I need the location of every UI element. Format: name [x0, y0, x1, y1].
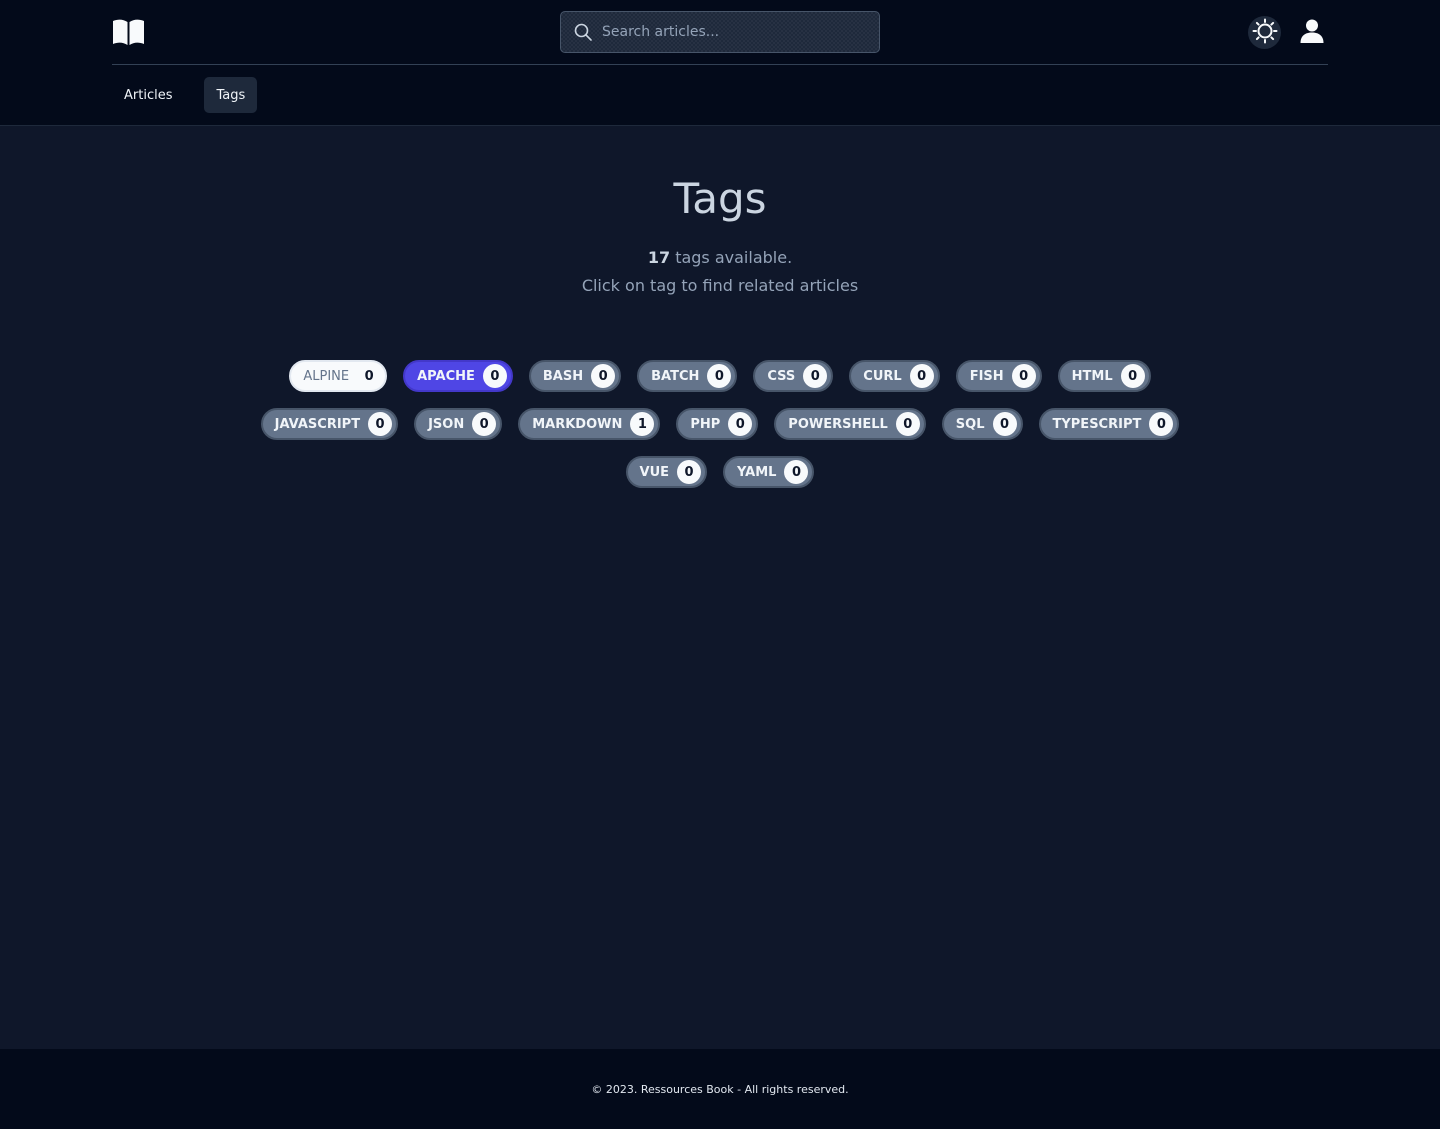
- page-subtitle: 17 tags available. Click on tag to find …: [0, 244, 1440, 300]
- tag-count-badge: 1: [630, 412, 655, 436]
- page-title: Tags: [673, 174, 767, 223]
- tag-chip[interactable]: BASH 0: [528, 360, 622, 392]
- main-nav: Articles Tags: [112, 77, 277, 113]
- tag-chip[interactable]: YAML 0: [723, 456, 815, 488]
- tag-count: 17: [647, 248, 671, 267]
- open-book-icon[interactable]: [112, 19, 145, 46]
- sun-icon: [1252, 18, 1278, 48]
- tag-count-badge: 0: [803, 364, 828, 388]
- tag-count-badge: 0: [1011, 364, 1036, 388]
- search-input[interactable]: [593, 12, 879, 52]
- tag-name: SQL: [955, 416, 985, 432]
- tag-count-suffix: tags available.: [670, 248, 793, 267]
- copyright-text: © 2023. Ressources Book - All rights res…: [591, 1082, 849, 1096]
- nav-item-tags[interactable]: Tags: [204, 77, 258, 113]
- tag-chip[interactable]: ALPINE 0: [289, 360, 388, 392]
- tag-count-badge: 0: [707, 364, 732, 388]
- tag-chip[interactable]: CSS 0: [753, 360, 834, 392]
- tag-chip[interactable]: TYPESCRIPT 0: [1038, 408, 1180, 440]
- tag-count-badge: 0: [482, 364, 507, 388]
- tag-count-badge: 0: [677, 460, 702, 484]
- tag-count-badge: 0: [591, 364, 616, 388]
- tag-count-badge: 0: [357, 364, 382, 388]
- tag-chip[interactable]: MARKDOWN 1: [518, 408, 661, 440]
- tag-count-badge: 0: [909, 364, 934, 388]
- tag-name: TYPESCRIPT: [1052, 416, 1142, 432]
- site-header: Articles Tags: [0, 0, 1440, 126]
- tag-hint: Click on tag to find related articles: [581, 276, 859, 295]
- tag-count-badge: 0: [728, 412, 753, 436]
- tag-count-badge: 0: [992, 412, 1017, 436]
- header-divider: [112, 64, 1328, 65]
- tag-chip[interactable]: JSON 0: [414, 408, 503, 440]
- tag-name: FISH: [969, 368, 1004, 384]
- tag-chip[interactable]: POWERSHELL 0: [774, 408, 926, 440]
- site-footer: © 2023. Ressources Book - All rights res…: [0, 1049, 1440, 1129]
- tag-name: ALPINE: [303, 368, 350, 384]
- tag-count-badge: 0: [1120, 364, 1145, 388]
- theme-toggle-button[interactable]: [1248, 16, 1281, 49]
- tag-chip[interactable]: FISH 0: [955, 360, 1042, 392]
- tag-chip[interactable]: VUE 0: [625, 456, 708, 488]
- tag-count-badge: 0: [472, 412, 497, 436]
- tag-chip[interactable]: BATCH 0: [637, 360, 738, 392]
- tag-chip[interactable]: JAVASCRIPT 0: [260, 408, 399, 440]
- search-icon: [573, 22, 593, 42]
- tag-name: YAML: [737, 464, 777, 480]
- tag-name: BATCH: [651, 368, 700, 384]
- tag-name: CURL: [863, 368, 902, 384]
- tag-name: CSS: [767, 368, 796, 384]
- tag-name: JAVASCRIPT: [274, 416, 361, 432]
- tag-count-badge: 0: [368, 412, 393, 436]
- tag-name: APACHE: [417, 368, 475, 384]
- tag-name: MARKDOWN: [532, 416, 623, 432]
- user-icon: [1299, 18, 1325, 48]
- tag-name: POWERSHELL: [788, 416, 888, 432]
- tag-count-badge: 0: [784, 460, 809, 484]
- tag-name: JSON: [428, 416, 465, 432]
- tag-list: ALPINE 0 APACHE 0 BASH 0 BATCH 0 CSS 0 CURL 0 …: [220, 360, 1220, 488]
- tag-name: HTML: [1071, 368, 1113, 384]
- tag-chip[interactable]: SQL 0: [941, 408, 1023, 440]
- tag-chip[interactable]: PHP 0: [676, 408, 759, 440]
- tag-count-badge: 0: [1149, 412, 1174, 436]
- tag-name: PHP: [690, 416, 721, 432]
- tag-chip[interactable]: APACHE 0: [403, 360, 513, 392]
- tag-name: BASH: [542, 368, 584, 384]
- search-box[interactable]: [560, 11, 880, 53]
- tag-chip[interactable]: HTML 0: [1057, 360, 1151, 392]
- user-account-button[interactable]: [1297, 18, 1327, 48]
- tag-name: VUE: [639, 464, 670, 480]
- nav-item-articles[interactable]: Articles: [112, 77, 184, 113]
- tag-count-line: 17 tags available.: [0, 244, 1440, 272]
- tag-chip[interactable]: CURL 0: [849, 360, 940, 392]
- tag-count-badge: 0: [895, 412, 920, 436]
